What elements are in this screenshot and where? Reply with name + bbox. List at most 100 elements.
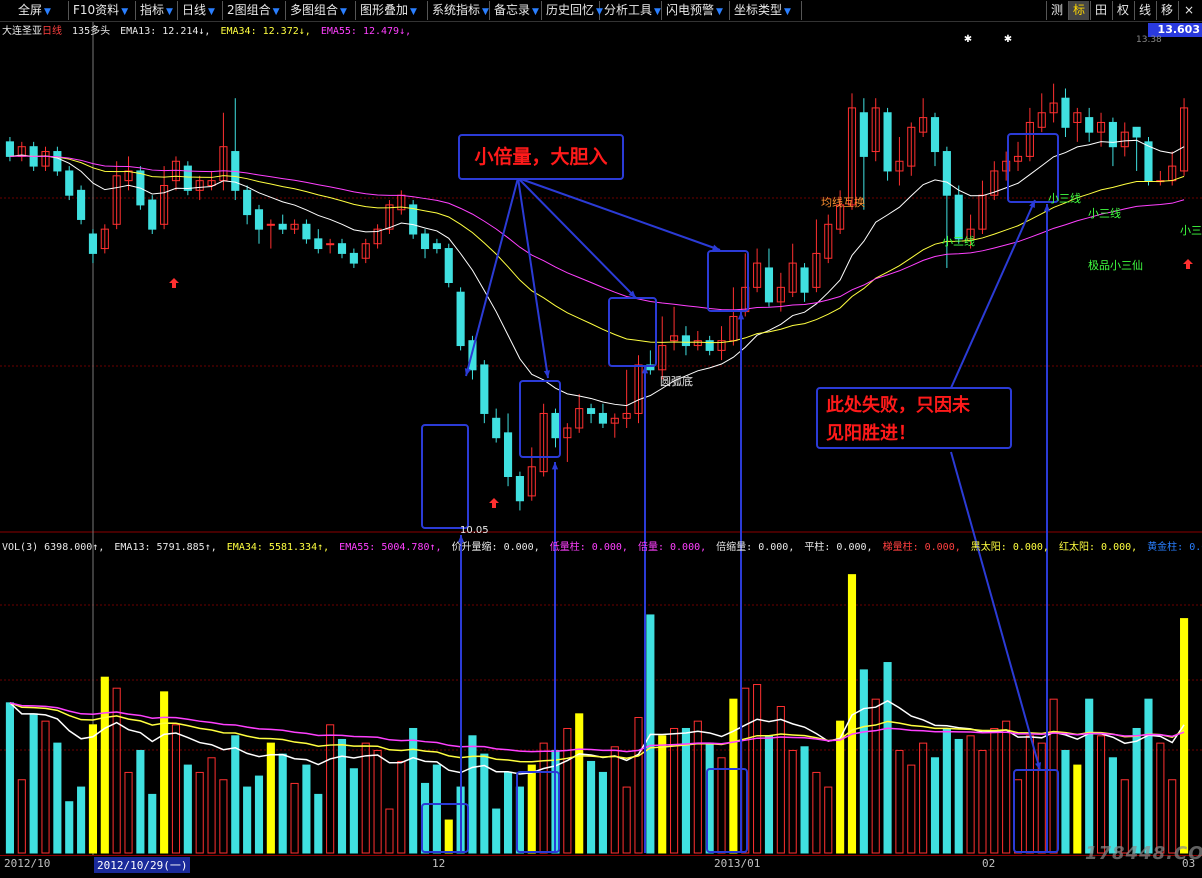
volume-bar bbox=[1144, 698, 1153, 854]
candle-body bbox=[480, 364, 489, 414]
volume-bar bbox=[1132, 727, 1141, 854]
volume-bar bbox=[871, 698, 880, 854]
star-icon: ✱ bbox=[1004, 34, 1012, 45]
callout-failure-line2: 见阳胜进！ bbox=[826, 423, 916, 444]
candle-body bbox=[1144, 141, 1153, 182]
x-label-cursor-date: 2012/10/29(一) bbox=[94, 857, 191, 873]
volume-bar bbox=[622, 786, 631, 854]
volume-bar bbox=[670, 727, 679, 854]
label-jipin: 极品小三仙 bbox=[1088, 259, 1143, 272]
volume-bar bbox=[503, 771, 513, 854]
volume-bar bbox=[978, 749, 987, 854]
volume-bar bbox=[942, 727, 951, 854]
volume-bar bbox=[302, 764, 311, 854]
candle-body bbox=[65, 170, 74, 196]
buy-arrow-icon bbox=[169, 278, 179, 288]
volume-bar bbox=[1061, 749, 1070, 854]
callout-failure-line1: 此处失败，只因未 bbox=[826, 395, 970, 416]
volume-bar bbox=[776, 706, 785, 854]
candle-body bbox=[183, 165, 192, 191]
volume-bar bbox=[1096, 735, 1106, 854]
x-label-3: 2013/01 bbox=[714, 857, 761, 870]
volume-bar bbox=[195, 771, 204, 854]
candle-body bbox=[278, 223, 287, 230]
volume-bar bbox=[124, 771, 133, 854]
x-label-0: 2012/10 bbox=[4, 857, 51, 870]
volume-bar bbox=[575, 713, 584, 854]
volume-bar bbox=[895, 749, 904, 854]
volume-bar bbox=[1037, 742, 1046, 854]
volume-bar bbox=[17, 779, 26, 854]
label-xiaosanxian-2: 小三线 bbox=[1088, 207, 1121, 220]
volume-bar bbox=[587, 760, 596, 854]
volume-bar bbox=[207, 757, 216, 854]
volume-bar bbox=[812, 771, 821, 854]
volume-bar bbox=[231, 735, 240, 854]
candle-body bbox=[551, 412, 560, 439]
stock-chart: ✱ ✱ bbox=[0, 22, 1202, 855]
volume-bar bbox=[1073, 764, 1082, 854]
volume-bar bbox=[290, 782, 299, 854]
callout-small-volume: 小倍量，大胆入 bbox=[458, 134, 624, 180]
candle-body bbox=[53, 151, 62, 172]
volume-bar bbox=[1180, 618, 1189, 854]
volume-bar bbox=[5, 702, 14, 854]
candle-body bbox=[337, 243, 347, 254]
candle-body bbox=[349, 252, 358, 264]
highlight-box bbox=[608, 297, 657, 367]
candle-body bbox=[5, 141, 14, 157]
volume-bar bbox=[930, 757, 940, 854]
buy-arrow-icon bbox=[489, 498, 499, 508]
volume-bar bbox=[954, 738, 963, 854]
volume-bar bbox=[397, 760, 406, 854]
volume-bar bbox=[41, 720, 50, 854]
volume-bar bbox=[266, 742, 275, 854]
candle-body bbox=[1061, 97, 1070, 128]
volume-bar bbox=[1156, 742, 1165, 854]
price-legend: 大连圣亚日线 135多头 EMA13: 12.214↓, EMA34: 12.3… bbox=[2, 22, 415, 37]
vol-s5: 平柱: 0.000, bbox=[804, 542, 873, 553]
volume-bar bbox=[539, 742, 548, 854]
volume-bar bbox=[88, 724, 98, 854]
candle-body bbox=[302, 223, 311, 240]
vol-s9: 黄金柱: 0.000, bbox=[1147, 542, 1202, 553]
pointer-arrow bbox=[465, 177, 519, 377]
volume-bar bbox=[1025, 735, 1034, 854]
candle-body bbox=[1108, 121, 1117, 148]
vol-s8: 红太阳: 0.000, bbox=[1058, 542, 1138, 553]
candle-body bbox=[314, 238, 323, 250]
candle-body bbox=[148, 199, 157, 230]
volume-bar bbox=[1120, 779, 1129, 854]
volume-bar bbox=[753, 684, 762, 854]
volume-bar bbox=[468, 735, 477, 854]
vol-ema55: EMA55: 5004.780↑, bbox=[339, 542, 442, 553]
x-label-4: 02 bbox=[982, 857, 996, 870]
vol-ema34: EMA34: 5581.334↑, bbox=[226, 542, 330, 553]
star-icon: ✱ bbox=[964, 34, 972, 45]
label-low-price: 10.05 bbox=[460, 525, 489, 536]
candle-body bbox=[1085, 117, 1094, 133]
volume-bar bbox=[800, 746, 809, 854]
volume-bar bbox=[1085, 698, 1094, 854]
volume-bar bbox=[729, 698, 738, 854]
stock-name: 大连圣亚 bbox=[2, 26, 42, 37]
candle-body bbox=[764, 267, 774, 303]
volume-bar bbox=[183, 764, 192, 854]
candle-body bbox=[492, 417, 501, 439]
vol-value: VOL(3) 6398.000↑, bbox=[2, 542, 105, 553]
candle-body bbox=[859, 112, 868, 157]
volume-bar bbox=[171, 724, 181, 854]
period-label: 日线 bbox=[42, 26, 62, 37]
candle-body bbox=[587, 408, 596, 414]
candle-body bbox=[503, 432, 513, 478]
candle-body bbox=[243, 189, 252, 216]
candle-body bbox=[420, 233, 430, 250]
volume-bar bbox=[53, 742, 62, 854]
volume-bar bbox=[29, 713, 38, 854]
volume-bar bbox=[326, 724, 335, 854]
volume-bar bbox=[859, 669, 868, 854]
volume-bar bbox=[492, 808, 501, 854]
volume-bar bbox=[966, 735, 975, 854]
candle-body bbox=[930, 117, 940, 153]
label-xiaosanxian-top: 小三线 bbox=[1048, 192, 1081, 205]
